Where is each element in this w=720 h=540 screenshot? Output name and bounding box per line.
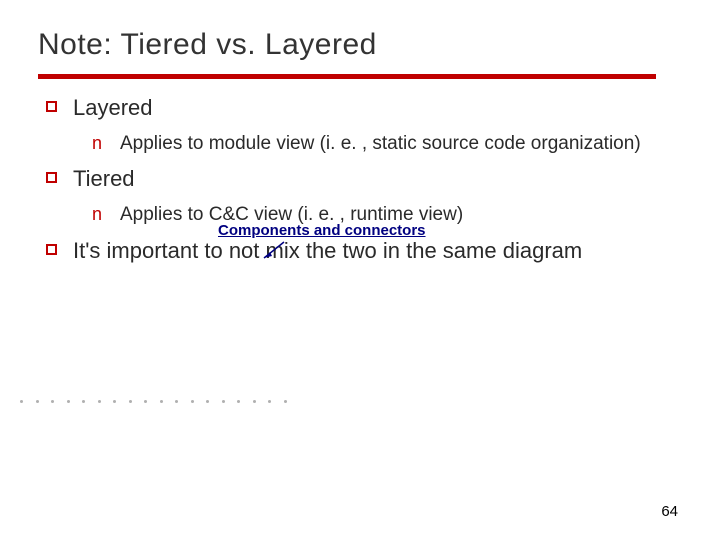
title-underline xyxy=(38,74,656,79)
bullet-text: Tiered xyxy=(73,164,135,194)
decorative-dots xyxy=(20,400,287,403)
bullet-text: Layered xyxy=(73,93,153,123)
slide-title: Note: Tiered vs. Layered xyxy=(38,28,682,62)
n-bullet-icon: n xyxy=(92,204,106,225)
bullet-layered: Layered xyxy=(46,93,682,123)
page-number: 64 xyxy=(661,503,678,520)
subbullet-layered: n Applies to module view (i. e. , static… xyxy=(92,131,682,157)
arrow-icon xyxy=(260,240,290,262)
slide-body: Note: Tiered vs. Layered Layered n Appli… xyxy=(0,0,720,540)
n-bullet-icon: n xyxy=(92,133,106,154)
square-bullet-icon xyxy=(46,172,57,183)
square-bullet-icon xyxy=(46,101,57,112)
annotation-label: Components and connectors xyxy=(218,222,426,239)
bullet-text: It's important to not mix the two in the… xyxy=(73,236,582,266)
subbullet-text: Applies to module view (i. e. , static s… xyxy=(120,131,641,157)
bullet-important: It's important to not mix the two in the… xyxy=(46,236,682,266)
bullet-tiered: Tiered xyxy=(46,164,682,194)
square-bullet-icon xyxy=(46,244,57,255)
